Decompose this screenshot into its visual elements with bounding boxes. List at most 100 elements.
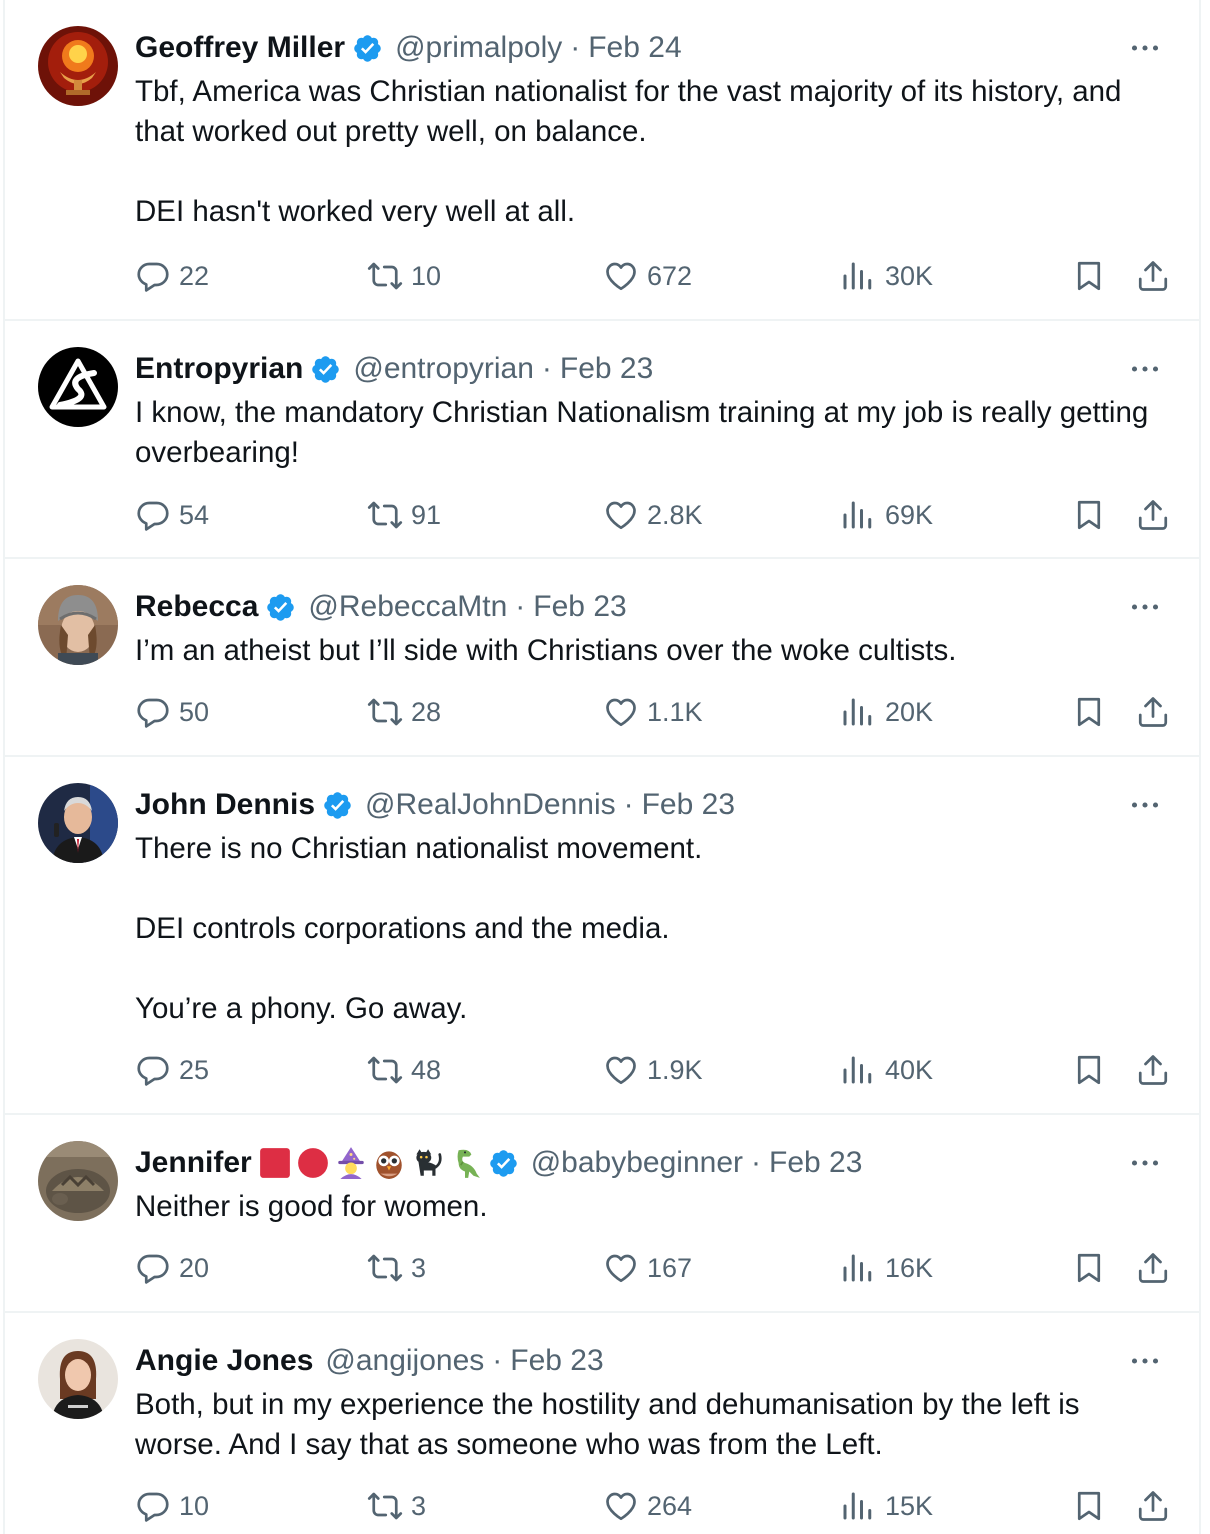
like-button[interactable]: 2.8K [603, 495, 703, 535]
repost-count: 3 [411, 1490, 427, 1521]
share-button[interactable] [1135, 1050, 1171, 1090]
share-icon [1138, 500, 1168, 530]
author-handle[interactable]: @entropyrian [353, 349, 534, 389]
more-icon[interactable] [1127, 30, 1163, 66]
repost-button[interactable]: 3 [367, 1486, 426, 1526]
like-button[interactable]: 672 [603, 256, 692, 296]
views-button[interactable]: 15K [839, 1486, 933, 1526]
author-handle[interactable]: @angijones [325, 1341, 484, 1381]
reply-icon [137, 262, 169, 292]
share-button[interactable] [1135, 256, 1171, 296]
reply-button[interactable]: 54 [135, 495, 209, 535]
more-icon[interactable] [1127, 589, 1163, 625]
view-count: 16K [885, 1252, 934, 1283]
avatar[interactable] [38, 1141, 118, 1221]
more-icon[interactable] [1127, 1145, 1163, 1181]
repost-count: 91 [411, 499, 442, 530]
tweet[interactable]: Geoffrey Miller @primalpoly · Feb 24 Tbf… [5, 0, 1199, 321]
bookmark-button[interactable] [1071, 1248, 1107, 1288]
author-name[interactable]: Entropyrian [135, 349, 303, 389]
repost-icon [367, 1254, 403, 1282]
avatar[interactable] [38, 783, 118, 863]
views-button[interactable]: 20K [839, 692, 933, 732]
views-button[interactable]: 69K [839, 495, 933, 535]
tweet-header: Entropyrian @entropyrian · Feb 23 [135, 349, 653, 389]
author-handle[interactable]: @RealJohnDennis [365, 785, 616, 825]
like-button[interactable]: 167 [603, 1248, 692, 1288]
separator: · [492, 1344, 503, 1377]
bookmark-button[interactable] [1071, 1486, 1107, 1526]
like-button[interactable]: 264 [603, 1486, 692, 1526]
verified-badge-icon [488, 1148, 519, 1179]
timestamp[interactable]: Feb 23 [769, 1143, 862, 1183]
bookmark-button[interactable] [1071, 692, 1107, 732]
views-button[interactable]: 16K [839, 1248, 933, 1288]
like-button[interactable]: 1.9K [603, 1050, 703, 1090]
timestamp[interactable]: Feb 23 [533, 587, 626, 627]
more-icon[interactable] [1127, 1343, 1163, 1379]
bookmark-button[interactable] [1071, 495, 1107, 535]
author-name[interactable]: Jennifer [135, 1143, 252, 1183]
like-icon [606, 1056, 636, 1085]
author-name[interactable]: Angie Jones [135, 1341, 313, 1381]
repost-button[interactable]: 28 [367, 692, 441, 732]
author-name[interactable]: Geoffrey Miller [135, 28, 345, 68]
tweet-text: I know, the mandatory Christian National… [135, 396, 1157, 469]
timestamp[interactable]: Feb 24 [588, 28, 681, 68]
reply-button[interactable]: 20 [135, 1248, 209, 1288]
like-count: 1.1K [647, 696, 703, 727]
avatar[interactable] [38, 347, 118, 427]
tweet[interactable]: Jennifer @babybeginner · Feb 23 Neither … [5, 1115, 1199, 1313]
reply-button[interactable]: 22 [135, 256, 209, 296]
author-handle[interactable]: @primalpoly [395, 28, 562, 68]
black-cat-icon [410, 1146, 444, 1180]
author-handle[interactable]: @RebeccaMtn [308, 587, 507, 627]
share-button[interactable] [1135, 1248, 1171, 1288]
repost-button[interactable]: 91 [367, 495, 441, 535]
timestamp[interactable]: Feb 23 [510, 1341, 603, 1381]
bookmark-button[interactable] [1071, 1050, 1107, 1090]
views-button[interactable]: 30K [839, 256, 933, 296]
like-button[interactable]: 1.1K [603, 692, 703, 732]
share-button[interactable] [1135, 495, 1171, 535]
bookmark-button[interactable] [1071, 256, 1107, 296]
more-icon[interactable] [1127, 787, 1163, 823]
reply-count: 50 [179, 696, 210, 727]
avatar[interactable] [38, 1339, 118, 1419]
timestamp[interactable]: Feb 23 [560, 349, 653, 389]
timestamp[interactable]: Feb 23 [642, 785, 735, 825]
like-count: 264 [647, 1490, 693, 1521]
verified-badge-icon [322, 790, 353, 821]
more-icon[interactable] [1127, 351, 1163, 387]
share-icon [1138, 697, 1168, 727]
tweet[interactable]: Entropyrian @entropyrian · Feb 23 I know… [5, 321, 1199, 559]
tweet[interactable]: Angie Jones @angijones · Feb 23 Both, bu… [5, 1313, 1199, 1534]
tweet-text: There is no Christian nationalist moveme… [135, 832, 703, 1025]
reply-button[interactable]: 10 [135, 1486, 209, 1526]
verified-badge-icon [265, 592, 296, 623]
separator: · [623, 788, 634, 821]
owl-icon [372, 1146, 406, 1180]
reply-button[interactable]: 50 [135, 692, 209, 732]
share-icon [1138, 1055, 1168, 1085]
tweet-text: Both, but in my experience the hostility… [135, 1388, 1088, 1461]
verified-badge-icon [310, 354, 341, 385]
avatar[interactable] [38, 26, 118, 106]
like-count: 2.8K [647, 499, 703, 530]
views-button[interactable]: 40K [839, 1050, 933, 1090]
repost-icon [367, 1492, 403, 1520]
repost-icon [367, 698, 403, 726]
author-handle[interactable]: @babybeginner [531, 1143, 743, 1183]
tweet[interactable]: John Dennis @RealJohnDennis · Feb 23 The… [5, 757, 1199, 1115]
repost-button[interactable]: 3 [367, 1248, 426, 1288]
tweet[interactable]: Rebecca @RebeccaMtn · Feb 23 I’m an athe… [5, 559, 1199, 757]
author-name[interactable]: Rebecca [135, 587, 258, 627]
share-button[interactable] [1135, 692, 1171, 732]
repost-button[interactable]: 48 [367, 1050, 441, 1090]
reply-button[interactable]: 25 [135, 1050, 209, 1090]
repost-button[interactable]: 10 [367, 256, 441, 296]
author-name[interactable]: John Dennis [135, 785, 315, 825]
views-icon [843, 1056, 872, 1084]
avatar[interactable] [38, 585, 118, 665]
share-button[interactable] [1135, 1486, 1171, 1526]
